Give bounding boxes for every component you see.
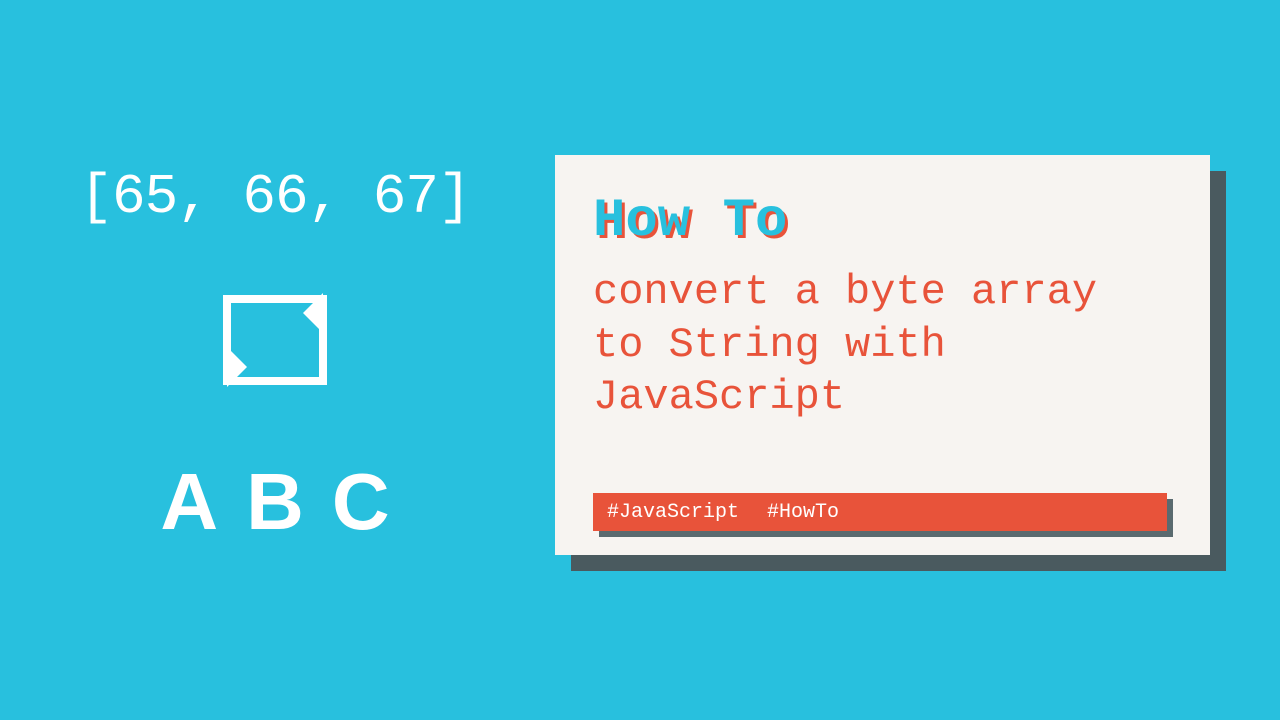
convert-cycle-icon	[205, 285, 345, 400]
byte-array-text: [65, 66, 67]	[79, 165, 470, 229]
illustration-panel: [65, 66, 67] ABC	[65, 165, 485, 548]
tag-bar: #JavaScript #HowTo	[593, 493, 1167, 531]
tutorial-card: How To convert a byte array to String wi…	[555, 155, 1210, 555]
result-string-text: ABC	[132, 456, 417, 548]
card-eyebrow: How To	[593, 191, 1172, 252]
card-title: convert a byte array to String with Java…	[593, 266, 1172, 525]
tag-javascript: #JavaScript	[607, 501, 739, 524]
tag-howto: #HowTo	[767, 501, 839, 524]
